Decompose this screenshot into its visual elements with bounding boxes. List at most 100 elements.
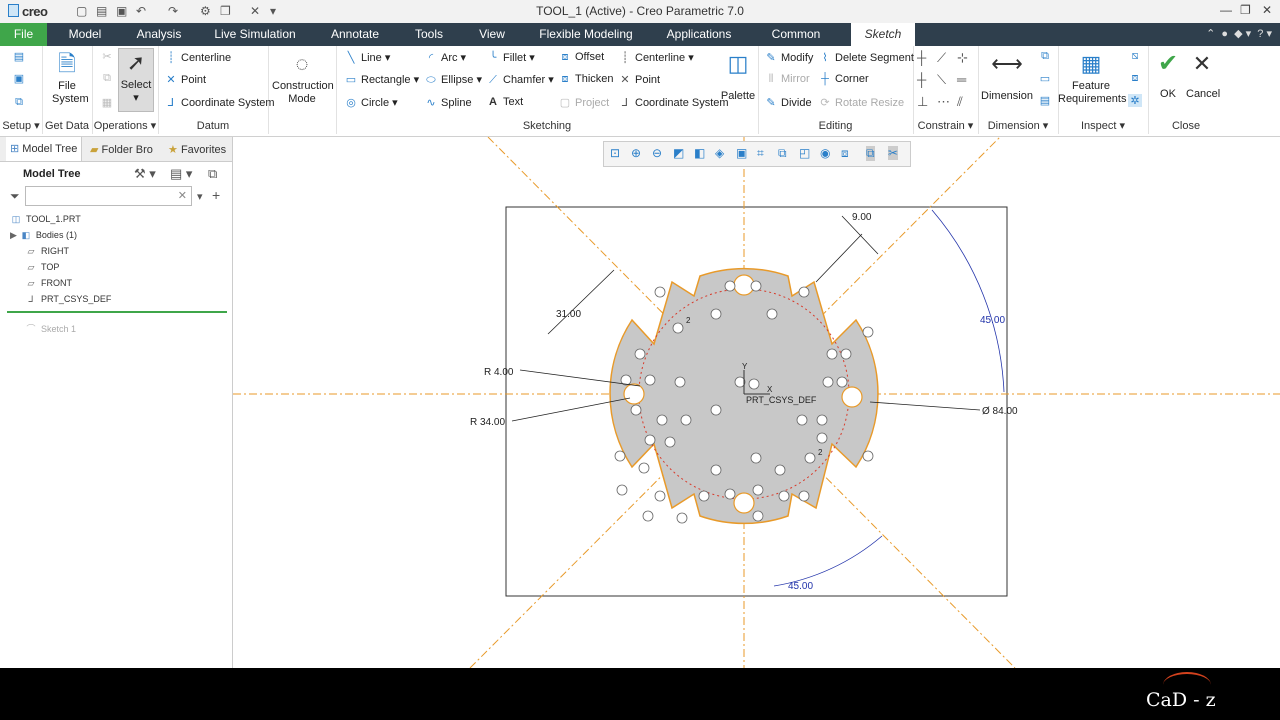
dim-9[interactable]: 9.00 <box>852 212 872 223</box>
dimension-button[interactable]: ⟷ Dimension <box>978 50 1036 102</box>
tree-node-csys[interactable]: ⅃ PRT_CSYS_DEF <box>25 294 111 305</box>
search-dropdown-icon[interactable]: ▾ <box>197 190 203 203</box>
operations-label[interactable]: Operations ▾ <box>92 119 158 132</box>
hole-right[interactable] <box>841 386 863 408</box>
datum-display-icon[interactable]: ⧉ <box>778 146 787 161</box>
feature-requirements-button[interactable]: ▦ Feature Requirements <box>1058 50 1126 106</box>
coincident-constraint-icon[interactable]: ⟍ <box>937 72 946 88</box>
dimension-group-label[interactable]: Dimension ▾ <box>978 119 1058 132</box>
select-button[interactable]: ➚ Select ▾ <box>118 48 154 112</box>
sketch-view-icon[interactable]: ⧉ <box>12 96 29 109</box>
overlapping-geometry-icon[interactable]: ⧅ <box>1128 50 1145 63</box>
inspect-label[interactable]: Inspect ▾ <box>1058 119 1148 132</box>
thicken-button[interactable]: ⧈ Thicken <box>558 73 614 86</box>
tangent-constraint-icon[interactable]: ⟋ <box>937 50 946 66</box>
sketch-canvas[interactable]: 9.00 31.00 45.00 R 4.00 R 34.00 Ø 84.00 … <box>233 137 1280 668</box>
refit-icon[interactable]: ⊡ <box>610 146 620 160</box>
tree-node-part[interactable]: ◫ TOOL_1.PRT <box>10 214 81 225</box>
dim-r4[interactable]: R 4.00 <box>484 367 514 378</box>
construction-coordinate-system-button[interactable]: ⅃ Coordinate System <box>618 96 729 109</box>
repaint-icon[interactable]: ◩ <box>673 146 684 160</box>
tab-sketch[interactable]: Sketch <box>851 23 915 46</box>
cancel-button[interactable]: ✕ Cancel <box>1186 50 1220 100</box>
setup-label[interactable]: Setup ▾ <box>0 119 42 132</box>
dim-diameter-84[interactable]: Ø 84.00 <box>982 406 1018 417</box>
tab-live-simulation[interactable]: Live Simulation <box>212 23 298 46</box>
hole-bottom[interactable] <box>733 492 755 514</box>
tab-tools[interactable]: Tools <box>410 23 448 46</box>
construction-mode-button[interactable]: ◌ Construction Mode <box>268 50 336 106</box>
spin-center-icon[interactable]: ◰ <box>799 146 810 160</box>
horizontal-constraint-icon[interactable]: ┼ <box>917 72 926 87</box>
dim-r34[interactable]: R 34.00 <box>470 417 505 428</box>
shade-closed-loops-icon[interactable]: ✲ <box>1128 94 1145 107</box>
tab-file[interactable]: File <box>0 23 47 46</box>
tab-favorites[interactable]: ★ Favorites <box>168 143 226 156</box>
datum-coordinate-system-button[interactable]: ⅃ Coordinate System <box>164 96 275 109</box>
minimize-icon[interactable]: — <box>1220 3 1232 17</box>
tree-filters-icon[interactable]: ⧉ <box>208 166 217 182</box>
tree-node-right[interactable]: ▱ RIGHT <box>25 246 69 257</box>
modify-button[interactable]: ✎ Modify <box>764 51 813 64</box>
dim-angle-45-bottom[interactable]: 45.00 <box>788 581 813 592</box>
sketch-filters-icon[interactable]: ✂ <box>888 146 899 160</box>
dim-31[interactable]: 31.00 <box>556 309 581 320</box>
paste-icon[interactable]: ▦ <box>100 96 117 109</box>
constrain-label[interactable]: Constrain ▾ <box>913 119 978 132</box>
midpoint-constraint-icon[interactable]: ⊹ <box>957 50 968 66</box>
copy-icon[interactable]: ⧉ <box>100 72 117 85</box>
expand-chevron-icon[interactable]: ▶ <box>10 230 17 240</box>
datum-point-button[interactable]: ✕ Point <box>164 73 206 86</box>
display-style-icon[interactable]: ◧ <box>694 146 705 160</box>
text-button[interactable]: A Text <box>486 96 523 108</box>
zoom-out-icon[interactable]: ⊖ <box>652 146 662 160</box>
view-manager-icon[interactable]: ▣ <box>736 146 747 160</box>
line-button[interactable]: ╲ Line ▾ <box>344 51 391 64</box>
mirror-button[interactable]: ⫴ Mirror <box>764 73 810 86</box>
rectangle-button[interactable]: ▭ Rectangle ▾ <box>344 73 419 86</box>
add-filter-icon[interactable]: + <box>212 187 220 203</box>
ok-button[interactable]: ✔ OK <box>1152 50 1184 100</box>
construction-point-button[interactable]: ✕ Point <box>618 73 660 86</box>
equal-constraint-icon[interactable]: ═ <box>957 72 966 87</box>
offset-button[interactable]: ⧈ Offset <box>558 51 605 64</box>
reference-dim-icon[interactable]: ▤ <box>1038 94 1055 107</box>
tab-model[interactable]: Model <box>64 23 106 46</box>
delete-segment-button[interactable]: ⌇ Delete Segment <box>818 51 914 64</box>
tab-folder-browser[interactable]: ▰ Folder Bro <box>90 143 153 156</box>
tab-analysis[interactable]: Analysis <box>135 23 183 46</box>
zoom-in-icon[interactable]: ⊕ <box>631 146 641 160</box>
chamfer-button[interactable]: ⟋ Chamfer ▾ <box>486 73 554 87</box>
spline-button[interactable]: ∿ Spline <box>424 96 471 109</box>
tree-node-sketch[interactable]: ⌒ Sketch 1 <box>25 322 76 335</box>
ellipse-button[interactable]: ⬭ Ellipse ▾ <box>424 73 482 87</box>
parallel-constraint-icon[interactable]: ⫽ <box>957 94 963 110</box>
sketcher-display-icon[interactable]: ⧈ <box>841 146 849 161</box>
perpendicular-constraint-icon[interactable]: ⊥ <box>917 94 928 110</box>
highlight-open-ends-icon[interactable]: ⧈ <box>1128 72 1145 85</box>
tree-node-top[interactable]: ▱ TOP <box>25 262 60 273</box>
baseline-dim-icon[interactable]: ▭ <box>1038 72 1055 85</box>
restore-icon[interactable]: ❐ <box>1240 3 1251 17</box>
hole-left[interactable] <box>623 383 645 405</box>
vertical-constraint-icon[interactable]: ┼ <box>917 50 926 65</box>
divide-button[interactable]: ✎ Divide <box>764 96 811 109</box>
datum-centerline-button[interactable]: ┊ Centerline <box>164 51 231 64</box>
tab-view[interactable]: View <box>476 23 508 46</box>
sketch-profile[interactable] <box>609 267 879 525</box>
tree-node-front[interactable]: ▱ FRONT <box>25 278 72 289</box>
search-input[interactable]: ✕ <box>25 186 192 206</box>
tree-node-bodies[interactable]: ▶ ◧ Bodies (1) <box>10 230 77 241</box>
menu-right-icons[interactable]: ⌃ ● ◆ ▾ ? ▾ <box>1206 27 1272 40</box>
cut-icon[interactable]: ✂ <box>100 50 117 63</box>
reference-icon[interactable]: ▣ <box>12 72 29 85</box>
sketch-view-icon-toolbar[interactable]: ⧉ <box>866 146 875 161</box>
symmetric-constraint-icon[interactable]: ⋯ <box>937 94 950 110</box>
tab-annotate[interactable]: Annotate <box>328 23 382 46</box>
arc-button[interactable]: ◜ Arc ▾ <box>424 51 466 64</box>
fillet-button[interactable]: ╰ Fillet ▾ <box>486 51 535 64</box>
show-icon[interactable]: ▤ ▾ <box>170 166 192 182</box>
construction-centerline-button[interactable]: ┊ Centerline ▾ <box>618 51 694 64</box>
perimeter-dim-icon[interactable]: ⧉ <box>1038 50 1055 63</box>
corner-button[interactable]: ┼ Corner <box>818 73 869 85</box>
